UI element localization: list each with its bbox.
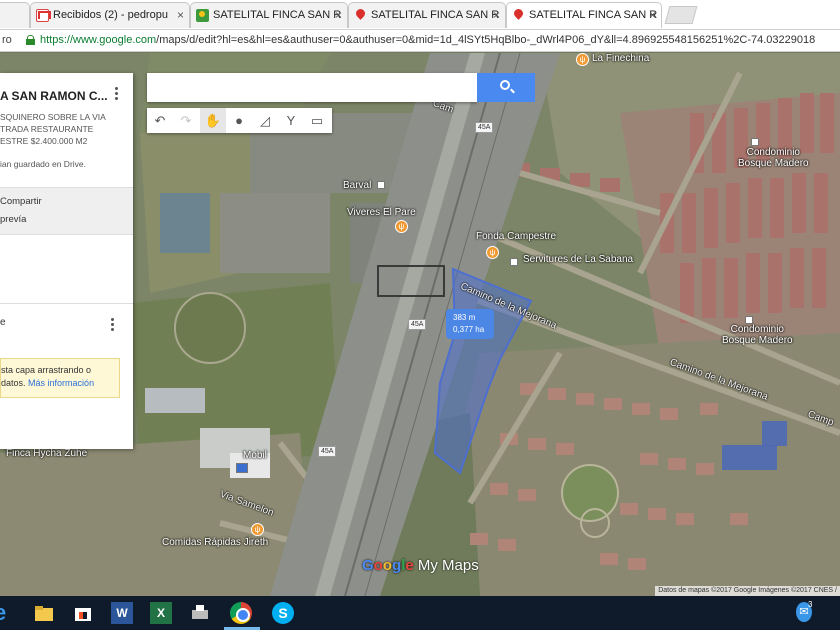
excel-icon[interactable]: X xyxy=(150,602,172,624)
close-icon[interactable]: × xyxy=(493,8,500,22)
route-shield: 45A xyxy=(408,319,427,330)
place-label-barval: Barval xyxy=(343,180,372,191)
place-poi-icon[interactable] xyxy=(377,181,385,189)
place-label-condominio-2: Condominio Bosque Madero xyxy=(722,324,793,346)
place-label-comidas: Comidas Rápidas Jireth xyxy=(162,537,269,548)
share-button[interactable]: Compartir xyxy=(0,196,42,207)
description-line: SQUINERO SOBRE LA VIA xyxy=(0,112,106,122)
google-maps-icon xyxy=(196,9,209,22)
restaurant-poi-icon[interactable]: ψ xyxy=(251,523,264,536)
layer-name[interactable]: e xyxy=(0,317,6,328)
printer-icon[interactable] xyxy=(189,602,211,624)
map-pin-icon xyxy=(354,9,367,22)
place-label-fonda: Fonda Campestre xyxy=(476,231,557,242)
place-label-servitures: Servitures de La Sabana xyxy=(523,254,634,265)
place-poi-icon[interactable] xyxy=(751,138,759,146)
tab-satelital-1[interactable]: SATELITAL FINCA SAN R × xyxy=(190,2,348,28)
tab-label: SATELITAL FINCA SAN R xyxy=(213,9,342,21)
tab-label: SATELITAL FINCA SAN R xyxy=(529,9,658,21)
condominio-line: Bosque Madero xyxy=(738,158,809,169)
browser-tab-bar: Recibidos (2) - pedropu × SATELITAL FINC… xyxy=(0,0,840,30)
new-tab-button[interactable] xyxy=(664,6,698,24)
store-icon[interactable] xyxy=(72,602,94,624)
restaurant-poi-icon[interactable]: ψ xyxy=(486,246,499,259)
chrome-icon[interactable] xyxy=(230,602,252,624)
place-label-viveres: Viveres El Pare xyxy=(347,207,416,218)
url-host: https://www.google.com xyxy=(40,34,157,46)
browser-tab-partial[interactable] xyxy=(0,2,30,28)
address-bar-lead: ro xyxy=(2,34,12,46)
marker-icon[interactable]: ● xyxy=(226,108,252,133)
notification-badge: 3 xyxy=(808,600,813,609)
map-pin-icon xyxy=(512,9,525,22)
route-shield: 45A xyxy=(318,446,337,457)
close-icon[interactable]: × xyxy=(335,8,342,22)
restaurant-poi-icon[interactable]: ψ xyxy=(395,220,408,233)
redo-icon[interactable]: ↷ xyxy=(173,108,199,133)
hand-icon[interactable]: ✋ xyxy=(200,108,226,133)
undo-icon[interactable]: ↶ xyxy=(147,108,173,133)
import-hint: sta capa arrastrando o datos. Más inform… xyxy=(0,358,120,398)
word-icon[interactable]: W xyxy=(111,602,133,624)
place-label-condominio-1: Condominio Bosque Madero xyxy=(738,147,809,169)
condominio-line: Bosque Madero xyxy=(722,335,793,346)
condominio-line: Condominio xyxy=(746,147,800,158)
draw-line-icon[interactable]: ◿ xyxy=(252,108,278,133)
directions-icon[interactable]: Y xyxy=(278,108,304,133)
satellite-map[interactable]: La Finechina ψ Barval Viveres El Pare ψ … xyxy=(0,53,840,596)
description-line: ESTRE $2.400.000 M2 xyxy=(0,136,88,146)
tab-gmail[interactable]: Recibidos (2) - pedropu × xyxy=(30,2,190,28)
skype-icon[interactable]: S xyxy=(272,602,294,624)
hint-line: datos. xyxy=(1,378,26,388)
tab-satelital-active[interactable]: SATELITAL FINCA SAN R × xyxy=(506,2,662,28)
preview-button[interactable]: prevía xyxy=(0,214,26,225)
gas-station-poi-icon[interactable] xyxy=(236,463,248,473)
place-label-finca: Finca Hycha Zuhe xyxy=(6,448,88,459)
search-icon xyxy=(500,80,510,90)
measurement-distance: 383 m xyxy=(453,313,476,322)
search-button[interactable] xyxy=(477,73,535,102)
more-options-icon[interactable] xyxy=(114,87,120,103)
place-label-la-finechina: La Finechina xyxy=(592,53,650,64)
learn-more-link[interactable]: Más información xyxy=(28,378,94,388)
tab-label: Recibidos (2) - pedropu xyxy=(53,9,168,21)
close-icon[interactable]: × xyxy=(177,8,184,22)
google-my-maps-logo: Google My Maps xyxy=(362,557,479,574)
measurement-tooltip: 383 m 0,377 ha xyxy=(446,309,494,339)
file-explorer-icon[interactable] xyxy=(33,602,55,624)
url-path: /maps/d/edit?hl=es&hl=es&authuser=0&auth… xyxy=(156,34,816,46)
edge-icon[interactable]: e xyxy=(0,602,16,624)
condominio-line: Condominio xyxy=(730,324,784,335)
windows-taskbar: e W X S ✉ 3 xyxy=(0,596,840,630)
close-icon[interactable]: × xyxy=(649,8,656,22)
panel-actions: Compartir prevía xyxy=(0,187,133,235)
route-shield: 45A xyxy=(475,122,494,133)
hint-line: sta capa arrastrando o xyxy=(1,365,92,375)
tab-satelital-2[interactable]: SATELITAL FINCA SAN R × xyxy=(348,2,506,28)
map-search-input[interactable] xyxy=(147,73,477,102)
map-description[interactable]: SQUINERO SOBRE LA VIA TRADA RESTAURANTE … xyxy=(0,111,128,147)
description-line: TRADA RESTAURANTE xyxy=(0,124,94,134)
layer-options-icon[interactable] xyxy=(110,318,116,334)
map-legend-panel: A SAN RAMON C... SQUINERO SOBRE LA VIA T… xyxy=(0,73,133,449)
tab-label: SATELITAL FINCA SAN R xyxy=(371,9,500,21)
lock-icon[interactable] xyxy=(26,35,35,45)
url-text[interactable]: https://www.google.com/maps/d/edit?hl=es… xyxy=(40,34,840,46)
place-poi-icon[interactable] xyxy=(510,258,518,266)
place-poi-icon[interactable] xyxy=(745,316,753,324)
address-bar[interactable]: ro https://www.google.com/maps/d/edit?hl… xyxy=(0,30,840,52)
drive-save-status: ian guardado en Drive. xyxy=(0,159,87,169)
map-toolbar: ↶ ↷ ✋ ● ◿ Y ▭ xyxy=(147,108,332,133)
map-attribution[interactable]: Datos de mapas ©2017 Google Imágenes ©20… xyxy=(655,586,840,596)
restaurant-poi-icon[interactable]: ψ xyxy=(576,53,589,66)
place-label-mobil: Mobil xyxy=(243,450,267,461)
gmail-icon xyxy=(36,9,49,22)
ruler-icon[interactable]: ▭ xyxy=(304,108,330,133)
measurement-area: 0,377 ha xyxy=(453,325,485,334)
map-title[interactable]: A SAN RAMON C... xyxy=(0,89,108,103)
